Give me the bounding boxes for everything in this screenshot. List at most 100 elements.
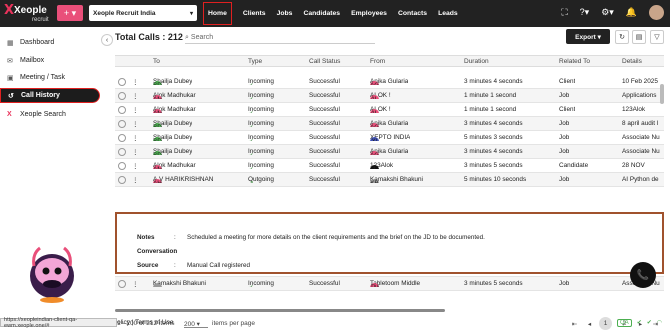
details-cell[interactable]: Associate Nu xyxy=(622,134,664,141)
nav-employees[interactable]: Employees xyxy=(351,10,387,17)
row-expand-toggle[interactable] xyxy=(118,78,126,86)
col-from[interactable]: From xyxy=(370,58,385,65)
refresh-icon[interactable]: ↻ xyxy=(615,30,629,44)
details-cell[interactable]: 123Alok xyxy=(622,106,664,113)
search-input[interactable]: ⌕ Search xyxy=(185,32,375,44)
details-cell[interactable]: Applications xyxy=(622,92,664,99)
from-cell[interactable]: AGAnika Gularia 📞 xyxy=(370,78,408,85)
table-row[interactable]: ⋮ AHA.V HARIKRISHNAN 📞 ↗ Outgoing Successfu… xyxy=(115,173,664,187)
row-menu-icon[interactable]: ⋮ xyxy=(132,120,138,128)
collapse-sidebar-button[interactable]: ‹ xyxy=(101,34,113,46)
footer-links[interactable]: olicy | Terms of Use xyxy=(117,319,173,326)
nav-home[interactable]: Home xyxy=(203,2,232,25)
to-cell[interactable]: AMAlok Madhukar xyxy=(153,92,196,99)
row-menu-icon[interactable]: ⋮ xyxy=(132,148,138,156)
details-cell[interactable]: Associate Nu xyxy=(622,148,664,155)
sidebar-item-call-history[interactable]: ↺ Call History xyxy=(0,88,100,103)
col-call-status[interactable]: Call Status xyxy=(309,58,340,65)
col-duration[interactable]: Duration xyxy=(464,58,489,65)
from-cell[interactable]: AGAnika Gularia 📞 xyxy=(370,148,408,155)
row-menu-icon[interactable]: ⋮ xyxy=(132,92,138,100)
row-expand-toggle[interactable] xyxy=(118,92,126,100)
row-menu-icon[interactable]: ⋮ xyxy=(132,134,138,142)
sidebar-item-mailbox[interactable]: ✉ Mailbox xyxy=(0,53,44,68)
from-cell[interactable]: XIXEPTO INDIA xyxy=(370,134,410,141)
page-1[interactable]: 1 xyxy=(599,317,612,330)
nav-contacts[interactable]: Contacts xyxy=(398,10,427,17)
filter-icon[interactable]: ▽ xyxy=(650,30,664,44)
table-row[interactable]: ⋮ SDShailja Dubey ↙ Incoming Successful XIXE… xyxy=(115,131,664,145)
from-cell[interactable]: TMTabletoom Middle xyxy=(370,280,420,287)
first-page-icon[interactable]: ⇤ xyxy=(568,317,581,330)
chevron-down-icon: ▾ xyxy=(189,10,193,17)
from-cell[interactable]: ALALOK ! xyxy=(370,106,391,113)
table-row[interactable]: ⋮ SDShailja Dubey ↙ Incoming Successful AGAn… xyxy=(115,145,664,159)
to-cell[interactable]: SDShailja Dubey xyxy=(153,148,192,155)
table-row[interactable]: ⋮ AMAlok Madhukar ↙ Incoming Successful ALAL… xyxy=(115,89,664,103)
from-cell[interactable]: AGAnika Gularia 📞 xyxy=(370,120,408,127)
sidebar-item-xeople-search[interactable]: X Xeople Search xyxy=(0,107,66,122)
incoming-call-icon: ↙ xyxy=(248,151,253,155)
col-related-to[interactable]: Related To xyxy=(559,58,590,65)
organization-select[interactable]: Xeople Recruit India ▾ xyxy=(89,5,197,21)
row-expand-toggle[interactable] xyxy=(118,176,126,184)
nav-jobs[interactable]: Jobs xyxy=(277,10,293,17)
table-row[interactable]: ⋮ AMAlok Madhukar ↙ Incoming Successful ALAL… xyxy=(115,103,664,117)
details-cell[interactable]: AI Python de xyxy=(622,176,664,183)
row-menu-icon[interactable]: ⋮ xyxy=(132,162,138,170)
to-cell[interactable]: Kamakshi Bhakuni xyxy=(153,280,206,287)
export-button[interactable]: Export ▾ xyxy=(566,29,610,44)
prev-page-icon[interactable]: ◂ xyxy=(583,317,596,330)
details-cell[interactable]: 8 april audit l xyxy=(622,120,664,127)
table-row[interactable]: ⋮ Kamakshi Bhakuni ↙ Incoming Successful TMT… xyxy=(115,277,664,291)
from-cell[interactable]: ALALOK ! xyxy=(370,92,391,99)
row-menu-icon[interactable]: ⋮ xyxy=(132,106,138,114)
check-icon[interactable]: ✔ xyxy=(647,319,652,327)
col-type[interactable]: Type xyxy=(248,58,262,65)
vertical-scrollbar[interactable] xyxy=(660,84,664,104)
check-circle-icon[interactable]: ✔ xyxy=(637,319,642,327)
row-expand-toggle[interactable] xyxy=(118,148,126,156)
table-row[interactable]: ⋮ SDShailja Dubey ↙ Incoming Successful AGAn… xyxy=(115,75,664,89)
help-icon[interactable]: ?▾ xyxy=(580,7,590,18)
to-cell[interactable]: AHA.V HARIKRISHNAN 📞 xyxy=(153,176,213,183)
from-cell[interactable]: KBKamakshi Bhakuni xyxy=(370,176,423,183)
row-expand-toggle[interactable] xyxy=(118,106,126,114)
to-cell[interactable]: SDShailja Dubey xyxy=(153,78,192,85)
nav-leads[interactable]: Leads xyxy=(438,10,458,17)
per-page-select[interactable]: 200 ▾ xyxy=(184,318,208,328)
bell-icon[interactable]: 🔔 xyxy=(626,7,637,18)
from-cell[interactable]: 1123Alok xyxy=(370,162,393,169)
row-menu-icon[interactable]: ⋮ xyxy=(132,280,138,288)
to-cell[interactable]: AMAlok Madhukar xyxy=(153,106,196,113)
table-row[interactable]: ⋮ SDShailja Dubey ↙ Incoming Successful AGAn… xyxy=(115,117,664,131)
calendar-filter-icon[interactable]: ▤ xyxy=(632,30,646,44)
row-expand-toggle[interactable] xyxy=(118,120,126,128)
call-type-cell: ↙ Incoming xyxy=(248,134,274,141)
row-menu-icon[interactable]: ⋮ xyxy=(132,78,138,86)
col-details[interactable]: Details xyxy=(622,58,642,65)
duration-cell: 3 minutes 4 seconds xyxy=(464,120,523,127)
row-menu-icon[interactable]: ⋮ xyxy=(132,176,138,184)
col-to[interactable]: To xyxy=(153,58,160,65)
to-cell[interactable]: SDShailja Dubey xyxy=(153,134,192,141)
quick-add-button[interactable]: + ▾ xyxy=(57,5,83,21)
to-cell[interactable]: AMAlok Madhukar xyxy=(153,162,196,169)
fullscreen-icon[interactable]: ⛶ xyxy=(561,7,567,18)
table-row[interactable]: ⋮ AMAlok Madhukar ↙ Incoming Successful 1123… xyxy=(115,159,664,173)
row-expand-toggle[interactable] xyxy=(118,162,126,170)
sidebar-item-meeting-task[interactable]: ▣ Meeting / Task xyxy=(0,70,65,85)
row-expand-toggle[interactable] xyxy=(118,134,126,142)
horizontal-scrollbar[interactable] xyxy=(115,309,445,312)
row-expand-toggle[interactable] xyxy=(118,280,126,288)
details-cell[interactable]: 10 Feb 2025 xyxy=(622,78,664,85)
gear-icon[interactable]: ⚙▾ xyxy=(601,7,614,18)
details-cell[interactable]: 28 NOV xyxy=(622,162,664,169)
nav-candidates[interactable]: Candidates xyxy=(303,10,340,17)
user-avatar[interactable] xyxy=(649,5,664,20)
to-cell[interactable]: SDShailja Dubey xyxy=(153,120,192,127)
phone-call-button[interactable]: 📞 xyxy=(630,262,656,288)
nav-clients[interactable]: Clients xyxy=(243,10,266,17)
sidebar-item-dashboard[interactable]: ▦ Dashboard xyxy=(0,35,54,50)
xeople-logo[interactable]: X Xeople recruit xyxy=(4,3,54,25)
